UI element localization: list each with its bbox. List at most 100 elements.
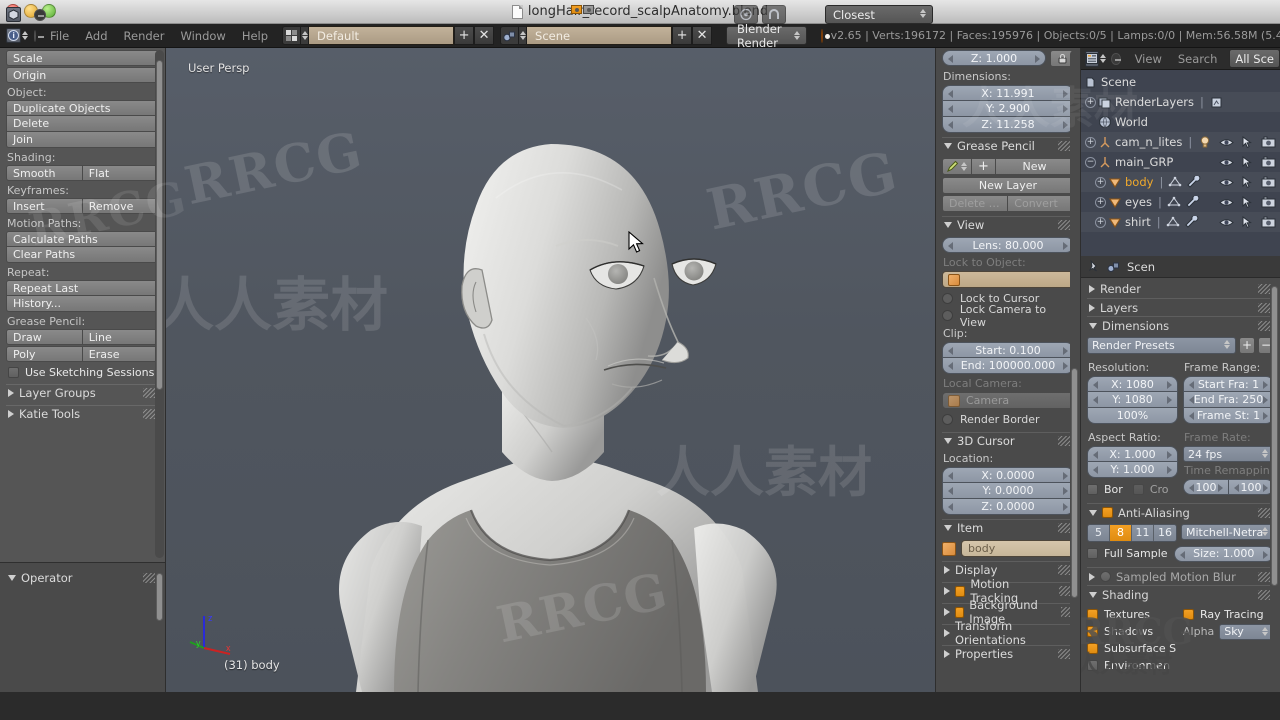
aa-sample-11[interactable]: 11: [1132, 525, 1154, 541]
add-screen-layout-button[interactable]: +: [454, 26, 475, 45]
properties-scrollbar[interactable]: [1271, 286, 1278, 586]
info-editor-type-button[interactable]: [4, 27, 32, 45]
panel-anti-aliasing[interactable]: Anti-Aliasing: [1087, 503, 1274, 521]
time-remap-new-field[interactable]: 100: [1229, 479, 1274, 495]
panel-sampled-motion-blur[interactable]: Sampled Motion Blur: [1087, 567, 1274, 585]
tool-gp-poly-button[interactable]: Poly: [6, 346, 83, 362]
render-border-checkbox[interactable]: [942, 414, 953, 425]
lock-to-cursor-checkbox[interactable]: [942, 293, 953, 304]
modifier-wrench-icon[interactable]: [1186, 195, 1200, 209]
panel-layer-groups[interactable]: Layer Groups: [6, 384, 159, 401]
tool-gp-draw-button[interactable]: Draw: [6, 329, 83, 345]
use-sketching-sessions-toggle[interactable]: Use Sketching Sessions: [8, 364, 159, 380]
outliner-editor-icon[interactable]: [1085, 50, 1099, 67]
npanel-scrollbar[interactable]: [1071, 368, 1078, 598]
expand-icon[interactable]: +: [1095, 176, 1106, 188]
convert-button[interactable]: Convert: [1008, 195, 1074, 212]
tool-smooth-button[interactable]: Smooth: [6, 165, 83, 181]
selectable-cursor-icon[interactable]: [1242, 155, 1253, 169]
render-presets-spinner[interactable]: [1224, 340, 1232, 349]
outliner-menu-view[interactable]: View: [1127, 50, 1170, 68]
lock-camera-to-view-checkbox[interactable]: [942, 310, 953, 321]
collapse-menu-icon[interactable]: [34, 8, 46, 21]
panel-motion-tracking[interactable]: Motion Tracking: [942, 577, 1074, 605]
tool-join-button[interactable]: Join: [6, 132, 159, 148]
snap-magnet-button[interactable]: [762, 5, 786, 24]
frame-step-field[interactable]: Frame St: 1: [1183, 408, 1274, 424]
panel-view[interactable]: View: [942, 216, 1074, 233]
aa-sample-16[interactable]: 16: [1154, 525, 1176, 541]
tool-duplicate-objects-button[interactable]: Duplicate Objects: [6, 100, 159, 116]
screen-layout-selector[interactable]: Default + ✕: [282, 26, 495, 45]
eye-icon[interactable]: [1219, 217, 1234, 228]
scale-z-field[interactable]: Z: 1.000: [942, 50, 1046, 66]
outliner-menu-search[interactable]: Search: [1170, 50, 1226, 68]
tool-flat-button[interactable]: Flat: [82, 165, 159, 181]
menu-render[interactable]: Render: [116, 27, 173, 45]
eye-icon[interactable]: [1219, 137, 1234, 148]
eye-icon[interactable]: [1219, 177, 1234, 188]
motion-tracking-checkbox[interactable]: [955, 585, 966, 597]
full-sample-checkbox[interactable]: [1087, 548, 1098, 559]
aa-size-field[interactable]: Size: 1.000: [1173, 545, 1274, 562]
snap-target-dropdown[interactable]: Closest: [825, 5, 933, 24]
clip-end-field[interactable]: End: 100000.000: [942, 358, 1074, 374]
panel-dimensions[interactable]: Dimensions: [1087, 316, 1274, 334]
screen-layout-value[interactable]: Default: [309, 26, 455, 45]
panel-layers[interactable]: Layers: [1087, 298, 1274, 316]
outliner-row-body[interactable]: + body |: [1081, 172, 1280, 192]
outliner-row-renderlayers[interactable]: + RenderLayers |: [1081, 92, 1280, 112]
aa-samples-segmented[interactable]: 5 8 11 16: [1087, 524, 1177, 542]
mesh-data-icon[interactable]: [1166, 216, 1180, 229]
panel-3d-cursor[interactable]: 3D Cursor: [942, 432, 1074, 449]
cursor-y-field[interactable]: Y: 0.0000: [942, 483, 1074, 499]
local-camera-field[interactable]: Camera: [942, 392, 1074, 409]
frame-end-field[interactable]: End Fra: 250: [1183, 392, 1274, 408]
render-border-toggle[interactable]: Render Border: [942, 411, 1074, 428]
render-camera-icon[interactable]: [1261, 156, 1276, 169]
frame-rate-dropdown[interactable]: 24 fps: [1183, 446, 1274, 462]
grease-pencil-icon[interactable]: [942, 158, 972, 175]
add-scene-button[interactable]: +: [672, 26, 693, 45]
panel-background-image[interactable]: Background Image: [942, 598, 1074, 626]
eye-icon[interactable]: [1219, 157, 1234, 168]
outliner-row-cam-n-lites[interactable]: + cam_n_lites |: [1081, 132, 1280, 152]
sampled-motion-blur-checkbox[interactable]: [1100, 571, 1111, 582]
cursor-x-field[interactable]: X: 0.0000: [942, 467, 1074, 483]
mesh-data-icon[interactable]: [1168, 176, 1182, 189]
expand-icon[interactable]: +: [1085, 96, 1096, 108]
selectable-cursor-icon[interactable]: [1242, 135, 1253, 149]
full-sample-toggle[interactable]: Full Sample: [1087, 545, 1168, 562]
selectable-cursor-icon[interactable]: [1242, 195, 1253, 209]
border-checkbox[interactable]: [1087, 484, 1098, 495]
aa-filter-dropdown[interactable]: Mitchell-Netra: [1181, 524, 1274, 540]
outliner-row-shirt[interactable]: + shirt |: [1081, 212, 1280, 232]
alpha-mode-dropdown[interactable]: Sky: [1219, 623, 1274, 640]
expand-icon[interactable]: +: [1095, 216, 1106, 228]
render-presets-dropdown[interactable]: Render Presets: [1087, 337, 1236, 354]
panel-render[interactable]: Render: [1087, 280, 1274, 298]
resolution-percentage-field[interactable]: 100%: [1087, 408, 1178, 424]
modifier-wrench-icon[interactable]: [1184, 215, 1199, 229]
add-render-preset-button[interactable]: +: [1239, 337, 1255, 354]
tool-clear-paths-button[interactable]: Clear Paths: [6, 247, 159, 263]
menu-file[interactable]: File: [42, 27, 77, 45]
menu-add[interactable]: Add: [77, 27, 115, 45]
aa-sample-8[interactable]: 8: [1110, 525, 1132, 541]
delete-screen-layout-button[interactable]: ✕: [474, 26, 495, 45]
panel-display[interactable]: Display: [942, 561, 1074, 578]
operator-scrollbar[interactable]: [156, 573, 163, 621]
aspect-y-field[interactable]: Y: 1.000: [1087, 462, 1178, 478]
object-name-field[interactable]: body: [961, 540, 1074, 557]
render-camera-icon[interactable]: [1261, 216, 1276, 229]
tool-remove-keyframe-button[interactable]: Remove: [82, 198, 159, 214]
lock-to-object-field[interactable]: [942, 271, 1074, 288]
panel-katie-tools[interactable]: Katie Tools: [6, 405, 159, 422]
delete-scene-button[interactable]: ✕: [692, 26, 713, 45]
tool-gp-line-button[interactable]: Line: [82, 329, 159, 345]
menu-window[interactable]: Window: [172, 27, 233, 45]
lens-field[interactable]: Lens: 80.000: [942, 237, 1074, 253]
add-grease-pencil-button[interactable]: +: [972, 158, 996, 175]
selectable-cursor-icon[interactable]: [1242, 215, 1253, 229]
panel-properties[interactable]: Properties: [942, 645, 1074, 662]
